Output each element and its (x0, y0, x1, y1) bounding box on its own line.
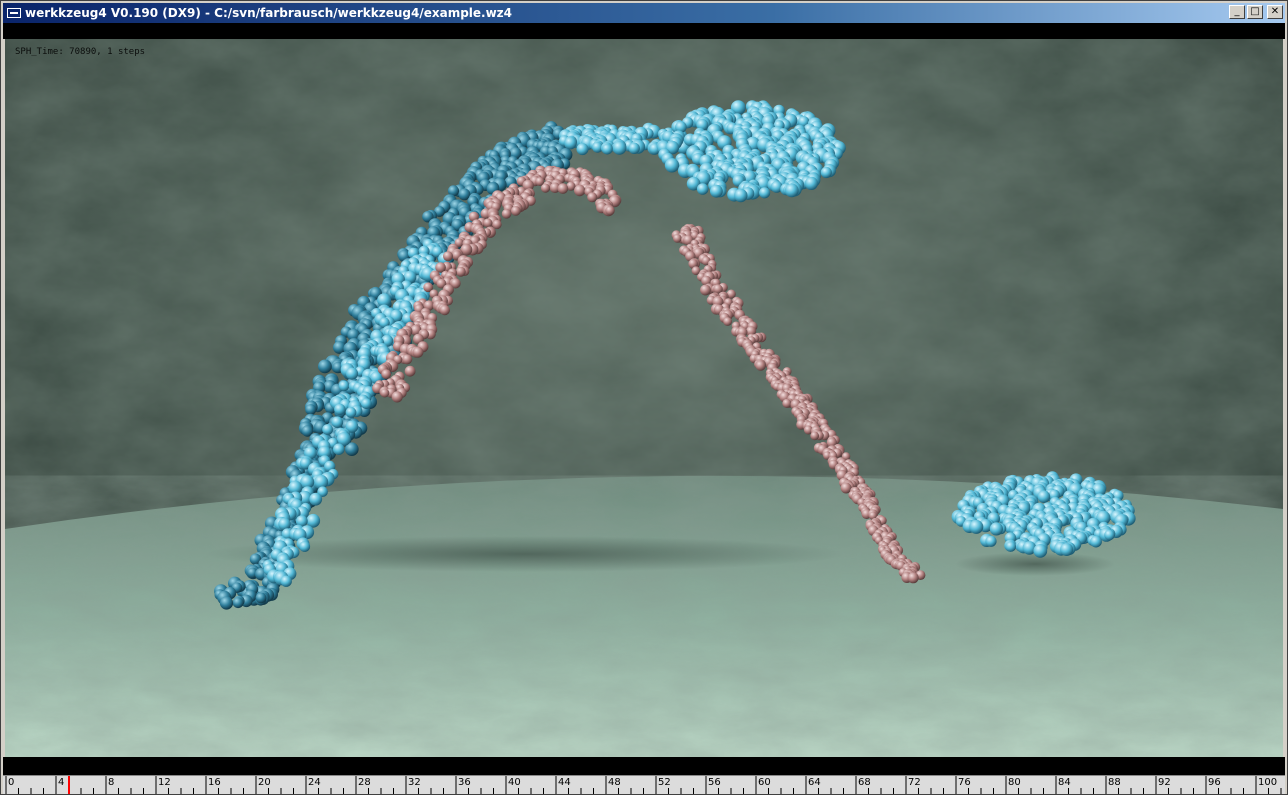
close-button[interactable]: ✕ (1267, 5, 1283, 19)
timeline-ruler[interactable]: 0 4 8 12 16 20 24 28 32 36 40 44 48 52 56 60 64 68 72 76 80 8… (3, 775, 1285, 794)
timeline-ticks (5, 776, 1282, 794)
app-window: werkkzeug4 V0.190 (DX9) - C:/svn/farbrau… (0, 0, 1288, 795)
timeline-label: 56 (708, 777, 721, 788)
timeline-label: 44 (558, 777, 571, 788)
timeline-label: 84 (1058, 777, 1071, 788)
timeline-label: 88 (1108, 777, 1121, 788)
timeline-label: 24 (308, 777, 321, 788)
timeline-label: 36 (458, 777, 471, 788)
timeline-label: 40 (508, 777, 521, 788)
timeline-label: 52 (658, 777, 671, 788)
timeline-top-border (3, 757, 1285, 775)
timeline-label: 8 (108, 777, 115, 788)
timeline-label: 72 (908, 777, 921, 788)
maximize-button[interactable]: □ (1247, 5, 1263, 19)
scene-render (5, 39, 1283, 757)
timeline-label: 80 (1008, 777, 1021, 788)
window-controls: _ □ ✕ (1229, 5, 1283, 19)
timeline-label: 100 (1258, 777, 1278, 788)
window-menu-icon[interactable] (7, 8, 21, 18)
timeline-label: 28 (358, 777, 371, 788)
timeline-label: 96 (1208, 777, 1221, 788)
timeline-label: 92 (1158, 777, 1171, 788)
timeline-label: 16 (208, 777, 221, 788)
timeline-label: 4 (58, 777, 65, 788)
title-bar[interactable]: werkkzeug4 V0.190 (DX9) - C:/svn/farbrau… (3, 3, 1285, 23)
timeline-label: 0 (8, 777, 15, 788)
timeline-label: 32 (408, 777, 421, 788)
timeline-label: 64 (808, 777, 821, 788)
sph-status-text: SPH_Time: 70890, 1 steps (15, 47, 146, 57)
window-title: werkkzeug4 V0.190 (DX9) - C:/svn/farbrau… (25, 6, 513, 20)
timeline-label: 68 (858, 777, 871, 788)
timeline-label: 76 (958, 777, 971, 788)
timeline-label: 60 (758, 777, 771, 788)
viewport-top-border (3, 23, 1285, 39)
timeline-label: 48 (608, 777, 621, 788)
timeline-playhead[interactable] (67, 776, 70, 794)
timeline-label: 20 (258, 777, 271, 788)
timeline-label: 12 (158, 777, 171, 788)
3d-viewport[interactable]: SPH_Time: 70890, 1 steps (5, 39, 1283, 757)
minimize-button[interactable]: _ (1229, 5, 1245, 19)
